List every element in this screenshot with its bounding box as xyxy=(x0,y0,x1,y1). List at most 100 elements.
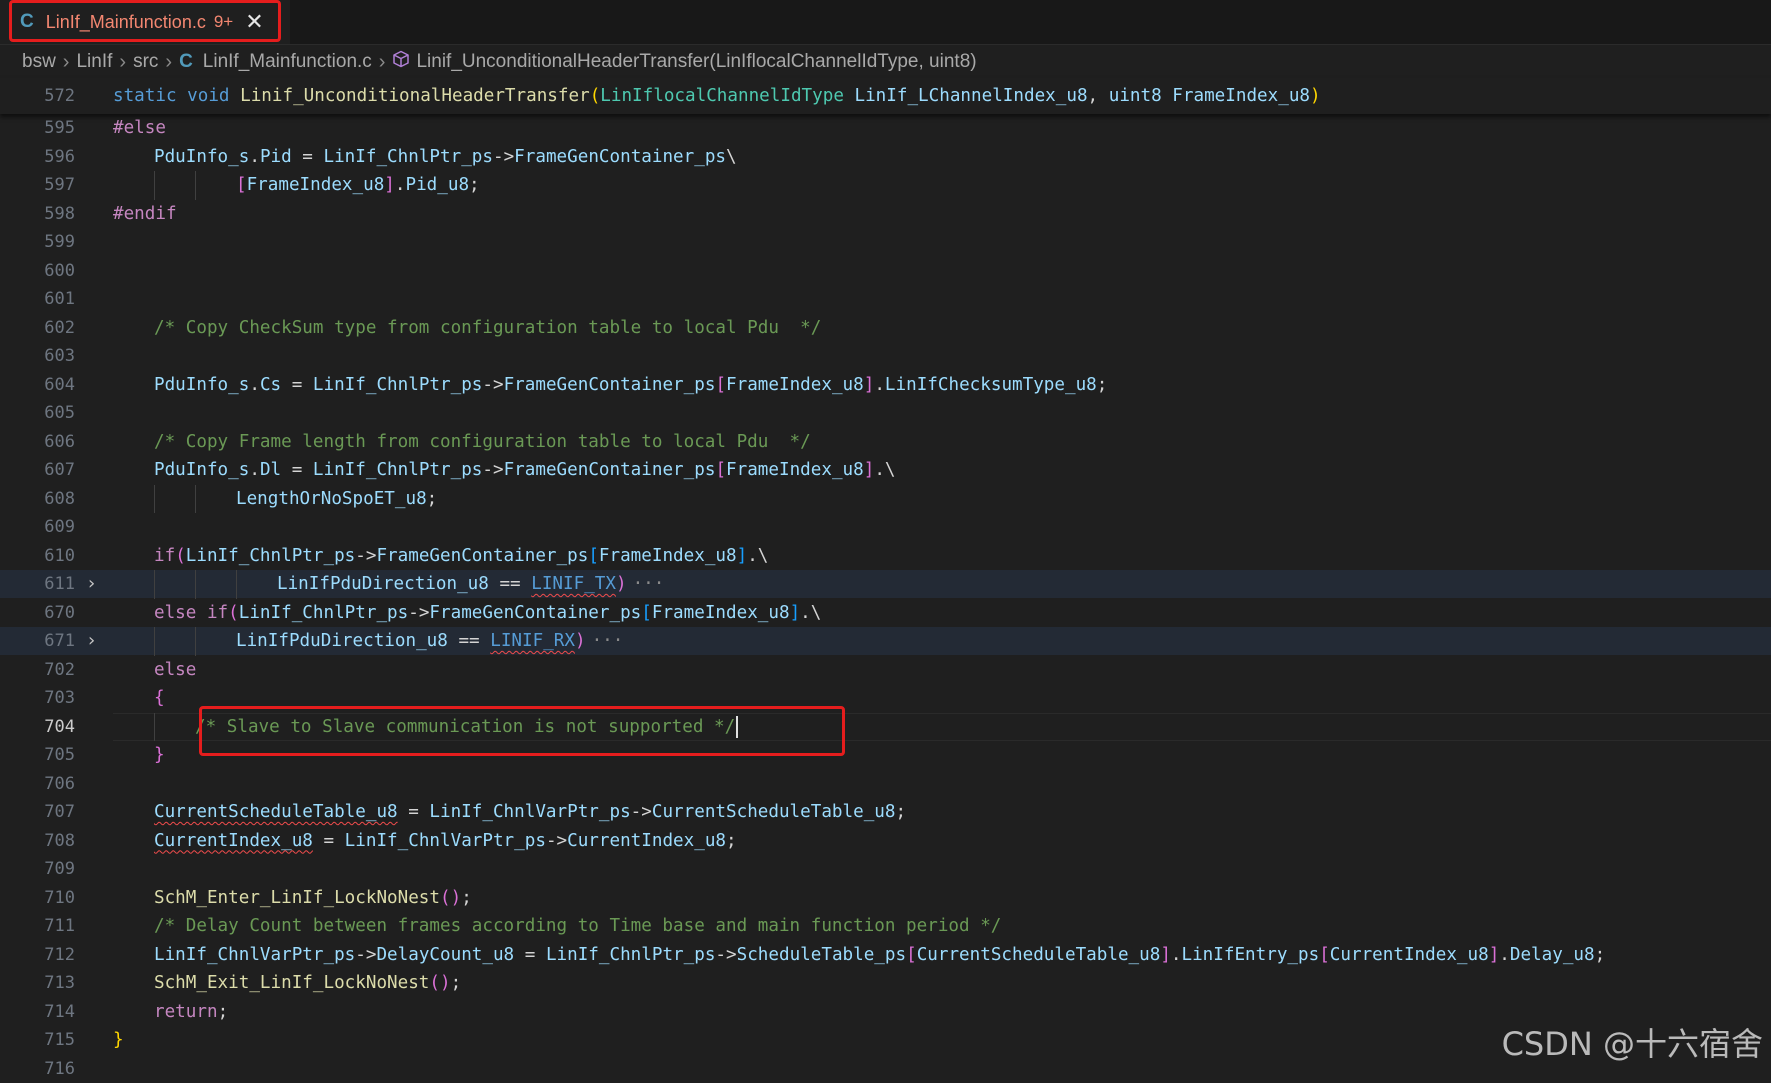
code-line[interactable]: 706 xyxy=(0,770,1771,798)
code-line[interactable]: 703 { xyxy=(0,684,1771,712)
line-number: 706 xyxy=(44,773,75,794)
code-text[interactable]: CurrentIndex_u8 = LinIf_ChnlVarPtr_ps->C… xyxy=(154,827,737,855)
code-line[interactable]: 709 xyxy=(0,855,1771,883)
code-text[interactable]: /* Copy CheckSum type from configuration… xyxy=(154,314,821,342)
code-token: -> xyxy=(355,545,377,566)
code-line[interactable]: 711 /* Delay Count between frames accordi… xyxy=(0,912,1771,940)
code-line[interactable]: 604 PduInfo_s.Cs = LinIf_ChnlPtr_ps->Fram… xyxy=(0,371,1771,399)
code-token: LinIf_ChnlPtr_ps xyxy=(238,602,409,623)
code-text[interactable]: /* Delay Count between frames according … xyxy=(154,912,1001,940)
code-token: ] xyxy=(863,374,875,395)
code-token: ] xyxy=(1160,944,1171,965)
code-line[interactable]: 607 PduInfo_s.Dl = LinIf_ChnlPtr_ps->Fram… xyxy=(0,456,1771,484)
code-line[interactable]: 609 xyxy=(0,513,1771,541)
code-line[interactable]: 708 CurrentIndex_u8 = LinIf_ChnlVarPtr_ps… xyxy=(0,827,1771,855)
code-line[interactable]: 601 xyxy=(0,285,1771,313)
code-line[interactable]: 608 LengthOrNoSpoET_u8; xyxy=(0,485,1771,513)
code-line[interactable]: 712 LinIf_ChnlVarPtr_ps->DelayCount_u8 = … xyxy=(0,941,1771,969)
code-text[interactable]: /* Slave to Slave communication is not s… xyxy=(195,713,739,741)
fold-chevron-icon[interactable]: › xyxy=(88,570,95,598)
code-text[interactable]: LinIfPduDirection_u8 == LINIF_RX) ··· xyxy=(236,627,623,655)
code-token: = xyxy=(514,944,546,965)
code-line[interactable]: 704 /* Slave to Slave communication is no… xyxy=(0,712,1771,741)
code-text[interactable]: SchM_Exit_LinIf_LockNoNest(); xyxy=(154,969,461,997)
code-text[interactable]: SchM_Enter_LinIf_LockNoNest(); xyxy=(154,884,472,912)
code-token: FrameGenContainer_ps xyxy=(514,146,727,167)
code-line[interactable]: 596 PduInfo_s.Pid = LinIf_ChnlPtr_ps->Fra… xyxy=(0,143,1771,171)
code-line[interactable]: 595 #else xyxy=(0,114,1771,142)
code-line[interactable]: 597 [FrameIndex_u8].Pid_u8; xyxy=(0,171,1771,199)
code-line[interactable]: 702 else xyxy=(0,656,1771,684)
code-token: SchM_Enter_LinIf_LockNoNest xyxy=(154,887,440,908)
code-text[interactable]: [FrameIndex_u8].Pid_u8; xyxy=(236,171,480,199)
code-token: if xyxy=(206,602,229,623)
code-text[interactable]: CurrentScheduleTable_u8 = LinIf_ChnlVarP… xyxy=(154,798,906,826)
code-line[interactable]: 598 #endif xyxy=(0,200,1771,228)
code-token: LINIF_TX xyxy=(531,574,616,594)
indent-guide xyxy=(195,570,196,599)
code-token: #else xyxy=(113,118,166,138)
code-line[interactable]: 600 xyxy=(0,257,1771,285)
code-token: -> xyxy=(482,460,504,480)
line-number: 709 xyxy=(44,859,75,879)
code-text[interactable]: { xyxy=(154,684,165,712)
code-text[interactable]: LinIf_ChnlVarPtr_ps->DelayCount_u8 = Lin… xyxy=(154,941,1605,969)
code-token: ; xyxy=(461,887,472,908)
code-line[interactable]: 670 else if(LinIf_ChnlPtr_ps->FrameGenCon… xyxy=(0,599,1771,627)
code-text[interactable]: #endif xyxy=(113,200,177,228)
line-number: 671 xyxy=(44,631,75,651)
code-line[interactable]: 602 /* Copy CheckSum type from configurat… xyxy=(0,314,1771,342)
code-token: LINIF_RX xyxy=(490,631,575,651)
code-line[interactable]: 603 xyxy=(0,342,1771,370)
code-text[interactable]: else xyxy=(154,656,196,684)
code-token: LinIf_ChnlPtr_ps xyxy=(545,944,716,965)
code-token: = xyxy=(397,802,430,822)
code-text[interactable]: LengthOrNoSpoET_u8; xyxy=(236,485,437,513)
code-line[interactable]: 605 xyxy=(0,399,1771,427)
code-text[interactable]: PduInfo_s.Pid = LinIf_ChnlPtr_ps->FrameG… xyxy=(154,143,737,171)
code-text[interactable]: PduInfo_s.Dl = LinIf_ChnlPtr_ps->FrameGe… xyxy=(154,456,896,484)
code-text[interactable]: LinIfPduDirection_u8 == LINIF_TX) ··· xyxy=(277,570,664,598)
code-token: -> xyxy=(408,602,430,623)
line-number: 708 xyxy=(44,830,75,851)
code-line[interactable]: 671 › LinIfPduDirection_u8 == LINIF_RX) ··· xyxy=(0,627,1771,655)
code-text[interactable]: else if(LinIf_ChnlPtr_ps->FrameGenContai… xyxy=(154,599,821,627)
code-token: -> xyxy=(492,146,515,167)
code-line[interactable]: 611 › LinIfPduDirection_u8 == LINIF_TX) ··· xyxy=(0,570,1771,598)
code-line[interactable]: 707 CurrentScheduleTable_u8 = LinIf_ChnlV… xyxy=(0,798,1771,826)
line-number: 711 xyxy=(44,916,75,936)
code-token: FrameIndex_u8 xyxy=(726,374,864,395)
code-token: FrameGenContainer_ps xyxy=(376,545,589,566)
punctuation: , xyxy=(1087,86,1099,106)
sticky-scroll-header[interactable]: 572 static void Linif_UnconditionalHeade… xyxy=(0,78,1771,114)
code-text[interactable]: if(LinIf_ChnlPtr_ps->FrameGenContainer_p… xyxy=(154,542,768,570)
fold-chevron-icon[interactable]: › xyxy=(88,627,95,655)
code-text[interactable]: #else xyxy=(113,114,166,142)
code-line[interactable]: 710 SchM_Enter_LinIf_LockNoNest(); xyxy=(0,884,1771,912)
bracket: ( xyxy=(589,86,601,106)
code-token: .\ xyxy=(800,602,822,623)
code-line[interactable]: 599 xyxy=(0,228,1771,256)
code-line[interactable]: 606 /* Copy Frame length from configurati… xyxy=(0,428,1771,456)
code-line[interactable]: 705} xyxy=(0,741,1771,769)
code-token: FrameGenContainer_ps xyxy=(429,602,642,623)
code-text[interactable]: PduInfo_s.Cs = LinIf_ChnlPtr_ps->FrameGe… xyxy=(154,371,1107,399)
code-token: else xyxy=(154,602,197,623)
code-line[interactable]: 610 if(LinIf_ChnlPtr_ps->FrameGenContaine… xyxy=(0,542,1771,570)
code-token: FrameIndex_u8 xyxy=(726,460,864,480)
code-text[interactable]: return; xyxy=(154,998,228,1026)
code-text[interactable]: } xyxy=(154,741,165,769)
code-token: /* Copy CheckSum type from configuration… xyxy=(154,317,822,338)
code-token: LinIfEntry_ps xyxy=(1181,944,1320,965)
code-text[interactable]: /* Copy Frame length from configuration … xyxy=(154,428,811,456)
code-token: LinIf_ChnlPtr_ps xyxy=(323,146,493,167)
code-token: [ xyxy=(906,944,917,965)
code-editor[interactable]: 595 #else 596 PduInfo_s.Pid = LinIf_ChnlPtr… xyxy=(0,0,1771,1079)
code-token: return xyxy=(154,1001,218,1022)
code-line[interactable]: 713 SchM_Exit_LinIf_LockNoNest(); xyxy=(0,969,1771,997)
line-number: 715 xyxy=(44,1030,75,1050)
code-token: LinIfPduDirection_u8 xyxy=(277,574,489,594)
code-text[interactable]: } xyxy=(113,1026,124,1054)
code-token: -> xyxy=(715,944,737,965)
code-token: LinIf_ChnlVarPtr_ps xyxy=(344,830,546,851)
